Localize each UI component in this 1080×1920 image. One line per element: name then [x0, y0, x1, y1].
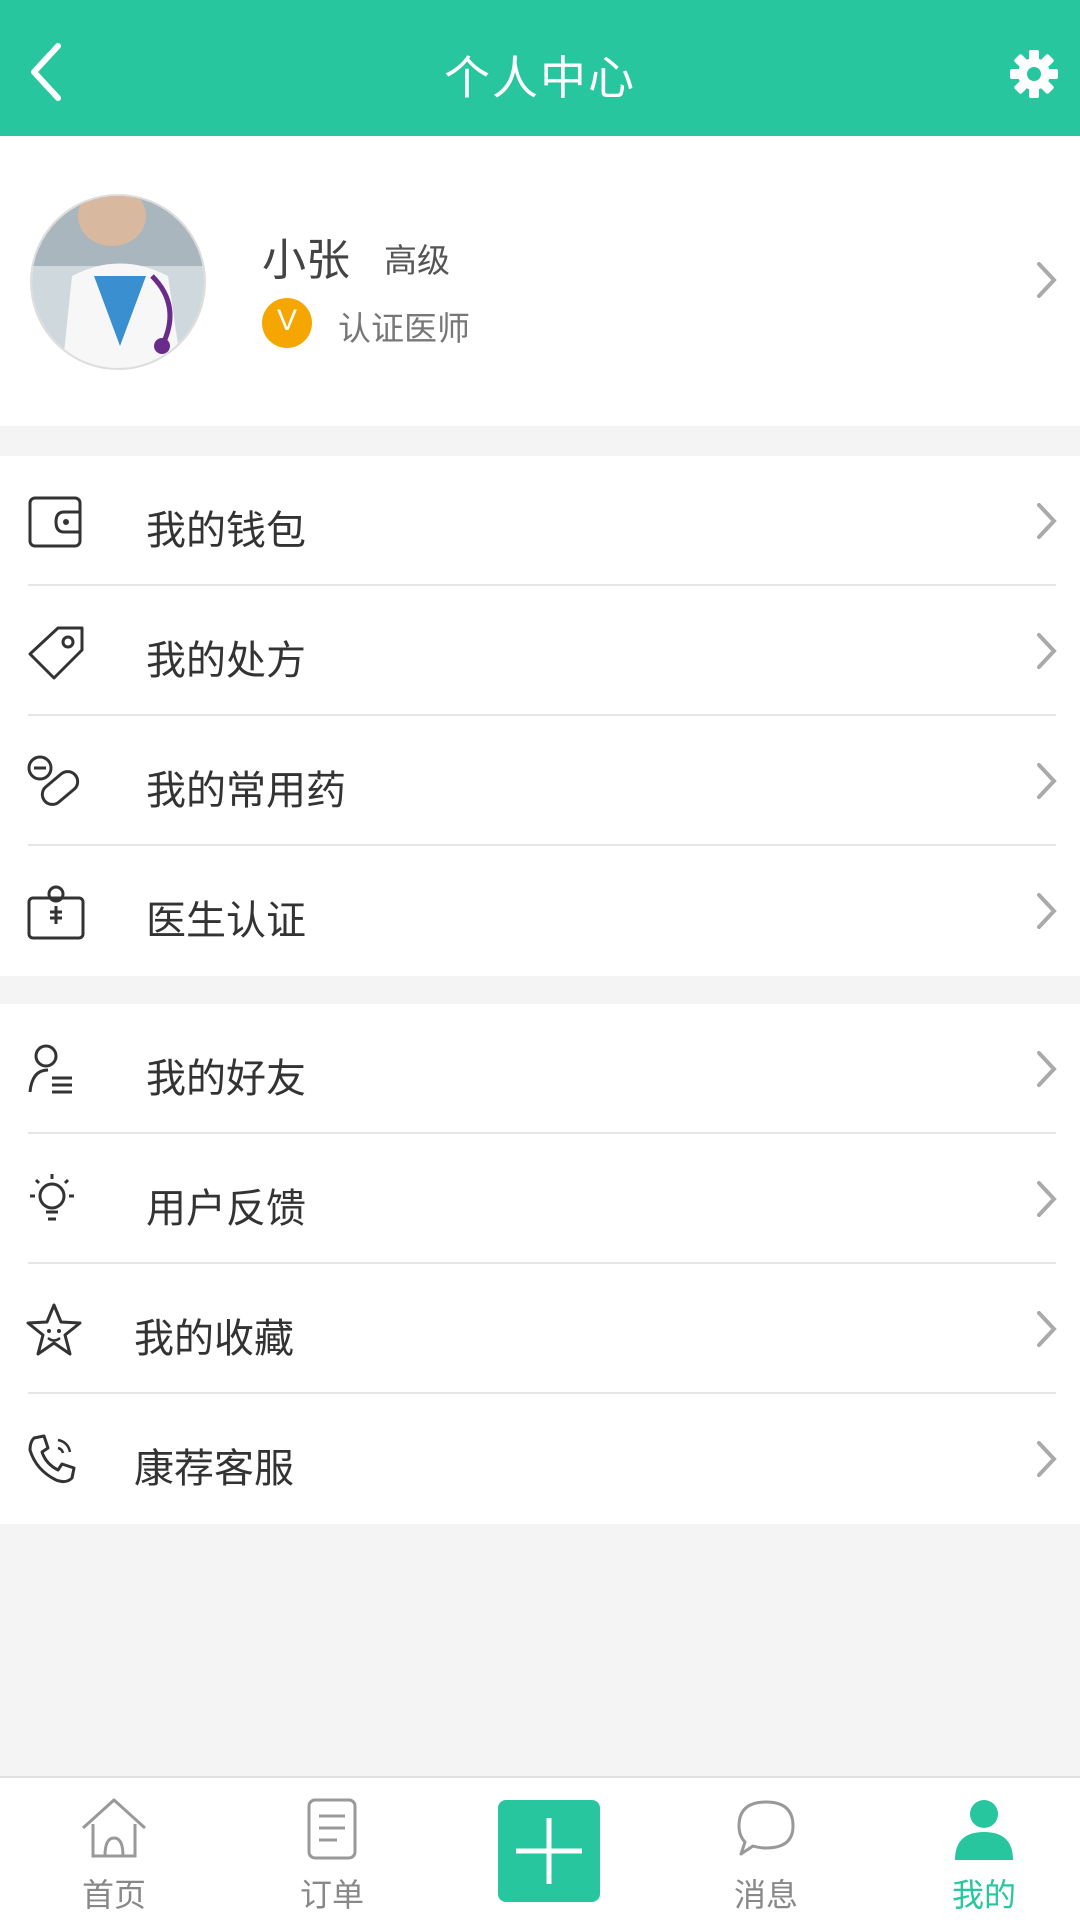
menu-item-feedback[interactable]: 用户反馈: [0, 1134, 1080, 1264]
verified-badge-letter: V: [276, 304, 297, 337]
chevron-right-icon: [1037, 763, 1057, 799]
menu-item-doctor-certification[interactable]: 医生认证: [0, 846, 1080, 976]
profile-card[interactable]: 小张 高级 V 认证医师: [0, 136, 1080, 426]
tab-home[interactable]: 首页: [44, 1778, 184, 1920]
tag-icon: [28, 626, 84, 680]
chevron-right-icon: [1037, 1311, 1057, 1347]
phone-icon: [28, 1434, 76, 1484]
person-icon: [955, 1800, 1013, 1860]
profile-page: 个人中心 小张 高级 V 认证医师 我的钱包 我的处方 我的常用药 医生认证 我…: [0, 0, 1080, 1920]
menu-item-prescription[interactable]: 我的处方: [0, 586, 1080, 716]
gear-icon[interactable]: [1008, 48, 1060, 100]
plus-icon: [516, 1818, 582, 1884]
page-title: 个人中心: [444, 51, 636, 105]
menu-item-common-medicine[interactable]: 我的常用药: [0, 716, 1080, 846]
chevron-right-icon: [1037, 503, 1057, 539]
menu-item-label: 我的好友: [146, 1056, 306, 1102]
menu-group-2: 我的好友 用户反馈 我的收藏 康荐客服: [0, 1004, 1080, 1524]
menu-group-1: 我的钱包 我的处方 我的常用药 医生认证: [0, 456, 1080, 976]
menu-item-favorites[interactable]: 我的收藏: [0, 1264, 1080, 1394]
tab-label: 首页: [81, 1876, 146, 1914]
menu-item-label: 康荐客服: [134, 1446, 294, 1492]
menu-item-label: 我的收藏: [134, 1316, 294, 1362]
tab-orders[interactable]: 订单: [262, 1778, 402, 1920]
lightbulb-icon: [30, 1174, 74, 1221]
add-button[interactable]: [498, 1800, 600, 1902]
chevron-right-icon: [1037, 633, 1057, 669]
verified-badge-icon: V: [262, 298, 312, 348]
top-bar: 个人中心: [0, 0, 1080, 136]
wallet-icon: [28, 496, 82, 548]
chevron-right-icon: [1037, 1051, 1057, 1087]
chevron-right-icon: [1037, 1181, 1057, 1217]
menu-item-wallet[interactable]: 我的钱包: [0, 456, 1080, 586]
menu-item-label: 我的常用药: [146, 768, 346, 814]
friends-icon: [28, 1044, 72, 1094]
avatar: [30, 194, 206, 370]
menu-item-label: 用户反馈: [146, 1186, 306, 1232]
chat-bubble-icon: [737, 1800, 795, 1856]
chevron-right-icon: [1037, 262, 1057, 298]
document-icon: [307, 1798, 357, 1860]
home-icon: [81, 1798, 147, 1858]
tab-messages[interactable]: 消息: [696, 1778, 836, 1920]
menu-item-label: 我的钱包: [146, 508, 306, 554]
user-level: 高级: [384, 241, 450, 280]
chevron-right-icon: [1037, 893, 1057, 929]
menu-item-customer-service[interactable]: 康荐客服: [0, 1394, 1080, 1524]
doctor-kit-icon: [27, 885, 85, 940]
chevron-right-icon: [1037, 1441, 1057, 1477]
doctor-avatar-image: [32, 196, 204, 368]
menu-item-label: 医生认证: [146, 898, 306, 944]
tab-mine[interactable]: 我的: [914, 1778, 1054, 1920]
tab-label: 消息: [733, 1876, 798, 1914]
menu-item-label: 我的处方: [146, 638, 306, 684]
bottom-nav: 首页 订单 消息 我的: [0, 1776, 1080, 1920]
tab-label: 我的: [951, 1876, 1016, 1914]
tab-label: 订单: [299, 1876, 364, 1914]
menu-item-friends[interactable]: 我的好友: [0, 1004, 1080, 1134]
star-icon: [26, 1303, 82, 1356]
user-name: 小张: [262, 235, 350, 286]
certification-label: 认证医师: [338, 309, 470, 348]
pills-icon: [27, 755, 80, 806]
